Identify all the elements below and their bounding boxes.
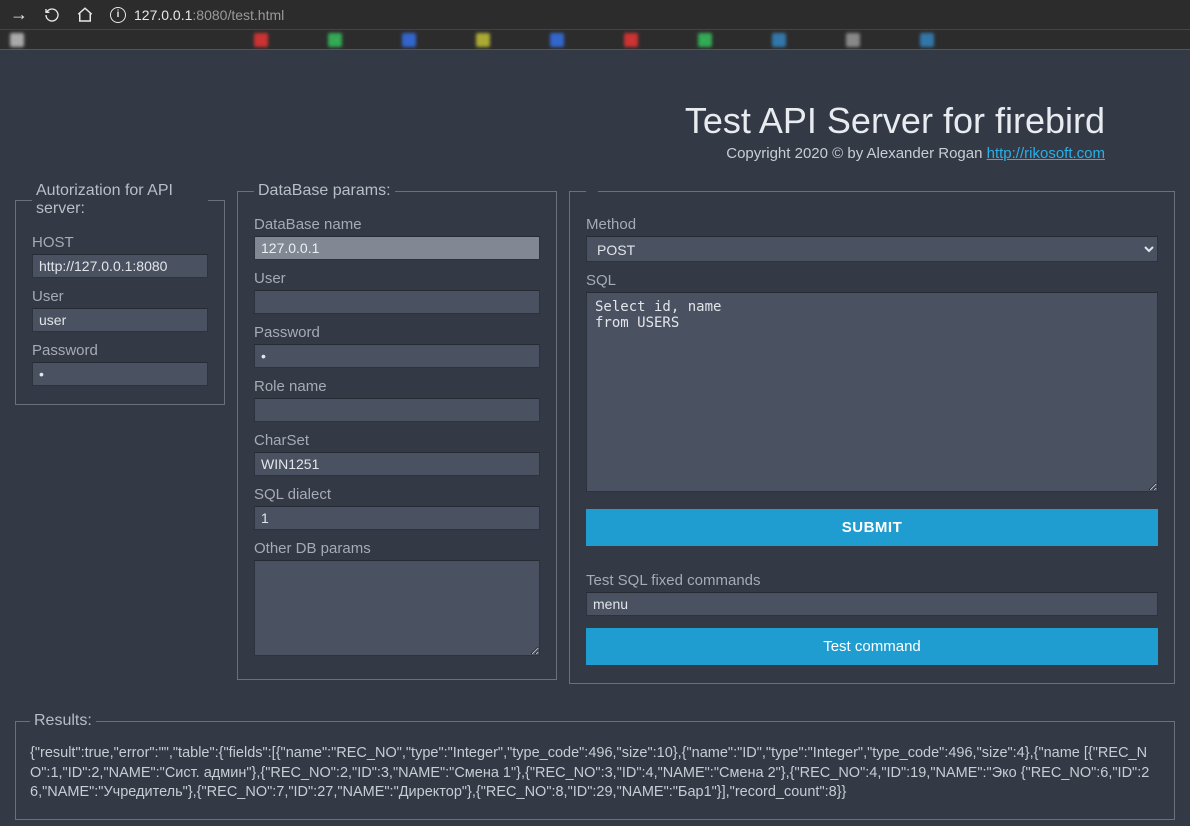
- auth-password-label: Password: [32, 342, 208, 359]
- db-password-label: Password: [254, 324, 540, 341]
- info-icon[interactable]: i: [110, 7, 126, 23]
- db-user-input[interactable]: [254, 290, 540, 314]
- host-label: HOST: [32, 234, 208, 251]
- fixed-label: Test SQL fixed commands: [586, 572, 1158, 589]
- other-label: Other DB params: [254, 540, 540, 557]
- main-fieldset: Method POST SQL SUBMIT Test SQL fixed co…: [569, 182, 1175, 684]
- method-select[interactable]: POST: [586, 236, 1158, 262]
- page-header: Test API Server for firebird Copyright 2…: [15, 50, 1175, 182]
- test-command-button[interactable]: Test command: [586, 628, 1158, 665]
- browser-toolbar: → i 127.0.0.1:8080/test.html: [0, 0, 1190, 30]
- home-icon[interactable]: [76, 6, 94, 24]
- sql-textarea[interactable]: [586, 292, 1158, 492]
- results-fieldset: Results: {"result":true,"error":"","tabl…: [15, 712, 1175, 820]
- reload-icon[interactable]: [44, 7, 60, 23]
- main-legend: [586, 182, 598, 200]
- url-port: :8080: [192, 7, 227, 23]
- url-path: /test.html: [227, 7, 284, 23]
- auth-user-input[interactable]: [32, 308, 208, 332]
- address-bar[interactable]: i 127.0.0.1:8080/test.html: [110, 7, 284, 23]
- results-legend: Results:: [30, 712, 96, 730]
- url-host: 127.0.0.1: [134, 7, 192, 23]
- submit-button[interactable]: SUBMIT: [586, 509, 1158, 546]
- dialect-label: SQL dialect: [254, 486, 540, 503]
- results-body: {"result":true,"error":"","table":{"fiel…: [30, 740, 1160, 803]
- charset-input[interactable]: [254, 452, 540, 476]
- dbname-label: DataBase name: [254, 216, 540, 233]
- auth-password-input[interactable]: [32, 362, 208, 386]
- copyright: Copyright 2020 © by Alexander Rogan http…: [15, 145, 1105, 162]
- db-fieldset: DataBase params: DataBase name User Pass…: [237, 182, 557, 680]
- sql-label: SQL: [586, 272, 1158, 289]
- dialect-input[interactable]: [254, 506, 540, 530]
- dbname-input[interactable]: [254, 236, 540, 260]
- fixed-command-input[interactable]: [586, 592, 1158, 616]
- bookmarks-bar: [0, 30, 1190, 50]
- auth-fieldset: Autorization for API server: HOST User P…: [15, 182, 225, 405]
- db-user-label: User: [254, 270, 540, 287]
- page-title: Test API Server for firebird: [15, 100, 1105, 142]
- db-legend: DataBase params:: [254, 182, 395, 200]
- role-input[interactable]: [254, 398, 540, 422]
- charset-label: CharSet: [254, 432, 540, 449]
- auth-user-label: User: [32, 288, 208, 305]
- auth-legend: Autorization for API server:: [32, 182, 208, 218]
- host-input[interactable]: [32, 254, 208, 278]
- db-password-input[interactable]: [254, 344, 540, 368]
- method-label: Method: [586, 216, 1158, 233]
- forward-icon[interactable]: →: [10, 4, 28, 25]
- role-label: Role name: [254, 378, 540, 395]
- other-params-textarea[interactable]: [254, 560, 540, 656]
- author-link[interactable]: http://rikosoft.com: [987, 145, 1105, 162]
